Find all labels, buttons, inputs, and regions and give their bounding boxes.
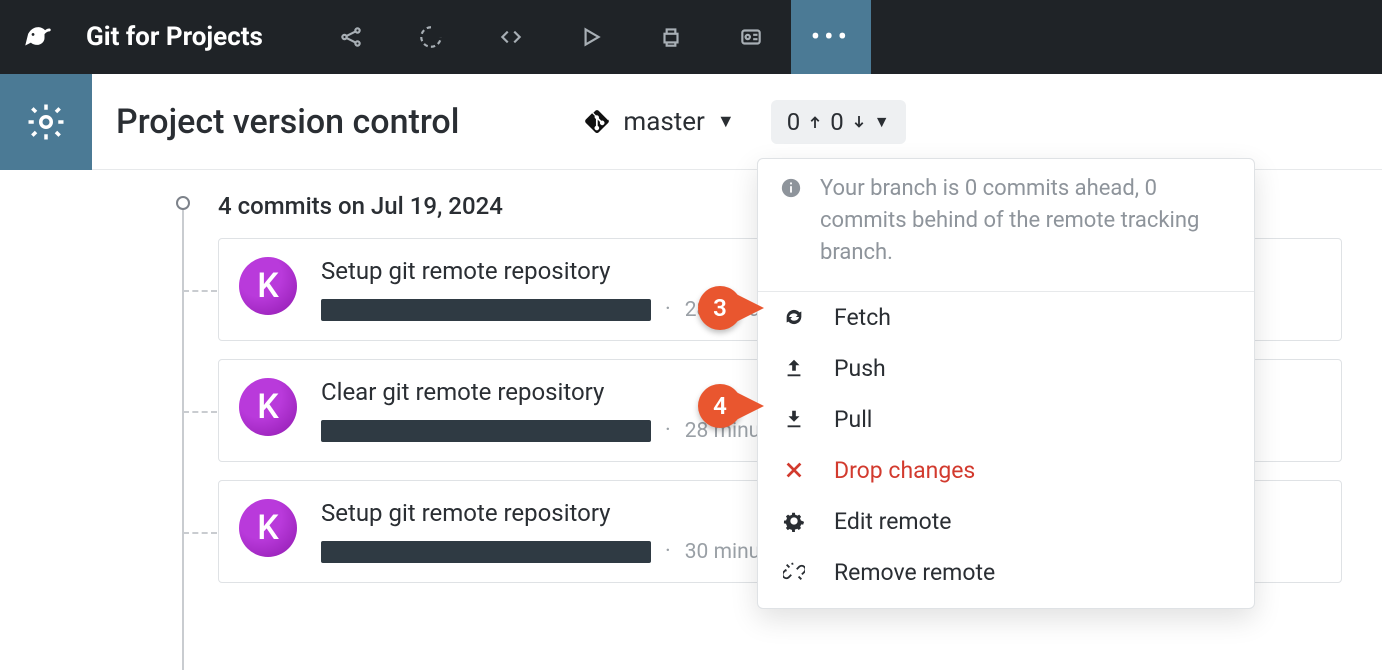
sub-row: Project version control master ▼ 0 0 ▼	[0, 74, 1382, 170]
popover-item-label: Drop changes	[834, 457, 975, 484]
popover-item-label: Fetch	[834, 304, 891, 331]
tracking-button[interactable]: 0 0 ▼	[771, 100, 906, 144]
chevron-down-icon: ▼	[717, 111, 735, 132]
popover-item-label: Remove remote	[834, 559, 995, 586]
chevron-down-icon: ▼	[874, 112, 890, 132]
refresh-icon	[782, 305, 806, 329]
tracking-popover: Your branch is 0 commits ahead, 0 commit…	[757, 158, 1255, 609]
unlink-icon	[782, 560, 806, 584]
popover-item-label: Pull	[834, 406, 872, 433]
settings-tile[interactable]	[0, 74, 92, 170]
timeline-dot	[176, 196, 190, 210]
info-icon	[780, 177, 802, 199]
branch-select[interactable]: master ▼	[575, 101, 742, 143]
share-icon[interactable]	[311, 0, 391, 74]
avatar: K	[239, 378, 297, 436]
meta-bar	[321, 541, 651, 563]
app-logo	[18, 17, 58, 57]
branch-label: master	[623, 107, 704, 137]
run-icon[interactable]	[551, 0, 631, 74]
code-icon[interactable]	[471, 0, 551, 74]
popover-item-label: Edit remote	[834, 508, 951, 535]
project-icon[interactable]	[391, 0, 471, 74]
topbar: Git for Projects •••	[0, 0, 1382, 74]
meta-bar	[321, 299, 651, 321]
avatar: K	[239, 499, 297, 557]
arrow-up-icon	[806, 113, 824, 131]
page-title: Project version control	[116, 102, 459, 142]
callout-4: 4	[698, 382, 776, 430]
date-header: 4 commits on Jul 19, 2024	[218, 192, 503, 220]
behind-count: 0	[830, 108, 844, 136]
popover-item-pull[interactable]: Pull	[758, 394, 1254, 445]
timeline-line	[182, 202, 184, 670]
callout-3: 3	[698, 284, 776, 332]
popover-item-drop-changes[interactable]: Drop changes	[758, 445, 1254, 496]
popover-item-push[interactable]: Push	[758, 343, 1254, 394]
gear-icon	[782, 509, 806, 533]
subbar: Project version control master ▼ 0 0 ▼	[92, 74, 1382, 170]
upload-icon	[782, 356, 806, 380]
callout-tail	[736, 294, 764, 322]
meta-sep: ·	[665, 297, 671, 322]
topbar-icons: •••	[311, 0, 871, 74]
popover-item-edit-remote[interactable]: Edit remote	[758, 496, 1254, 547]
callout-tail	[736, 392, 764, 420]
popover-info-text: Your branch is 0 commits ahead, 0 commit…	[820, 173, 1232, 269]
print-icon[interactable]	[631, 0, 711, 74]
git-icon	[583, 108, 611, 136]
id-icon[interactable]	[711, 0, 791, 74]
meta-bar	[321, 420, 651, 442]
more-icon[interactable]: •••	[791, 0, 871, 74]
download-icon	[782, 407, 806, 431]
ahead-count: 0	[787, 108, 801, 136]
close-icon	[782, 458, 806, 482]
popover-info: Your branch is 0 commits ahead, 0 commit…	[758, 159, 1254, 292]
arrow-down-icon	[850, 113, 868, 131]
popover-item-fetch[interactable]: Fetch	[758, 292, 1254, 343]
meta-sep: ·	[665, 539, 671, 564]
popover-item-remove-remote[interactable]: Remove remote	[758, 547, 1254, 598]
avatar: K	[239, 257, 297, 315]
app-title: Git for Projects	[86, 22, 263, 52]
popover-item-label: Push	[834, 355, 886, 382]
meta-sep: ·	[665, 418, 671, 443]
